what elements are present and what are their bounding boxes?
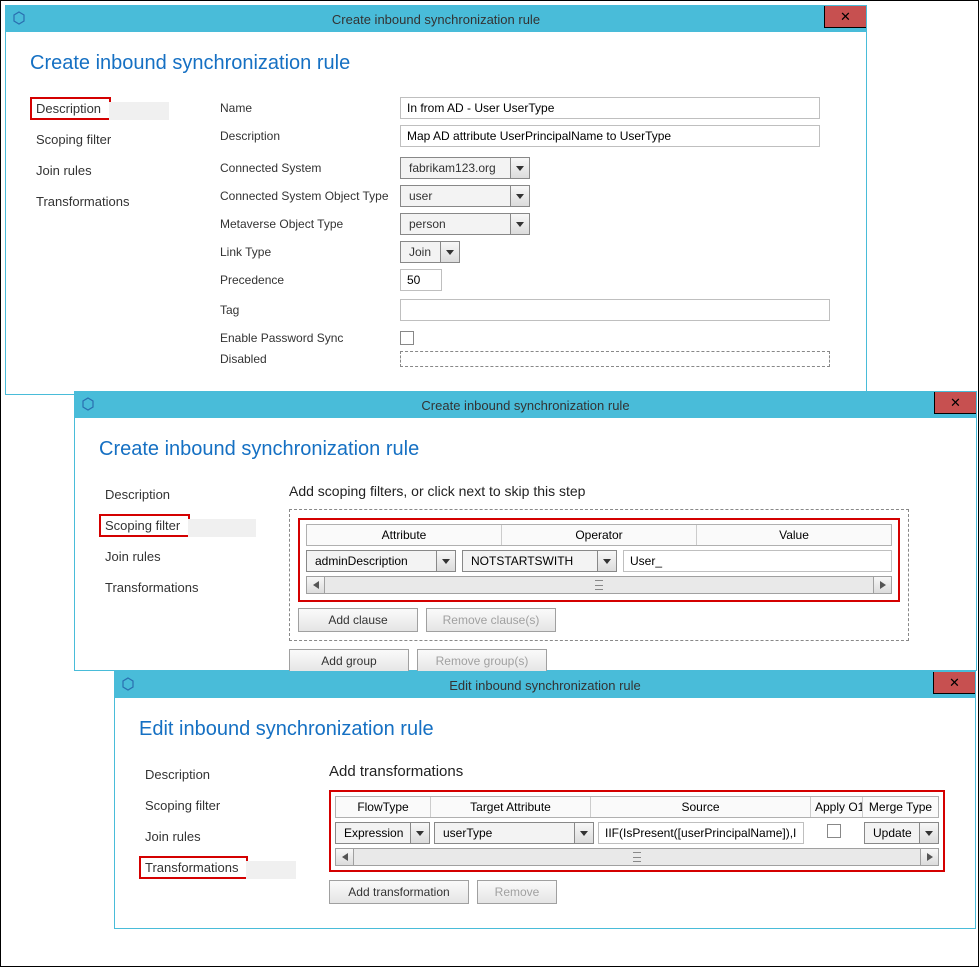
- chevron-down-icon: [437, 551, 455, 571]
- close-button[interactable]: ✕: [934, 392, 976, 414]
- window-title: Create inbound synchronization rule: [421, 398, 629, 413]
- target-attribute-select[interactable]: userType: [434, 822, 594, 844]
- sidebar-item-scoping[interactable]: Scoping filter: [139, 794, 226, 817]
- sidebar-item-transformations[interactable]: Transformations: [139, 856, 248, 879]
- chevron-down-icon: [511, 214, 529, 234]
- wizard-sidebar: Description Scoping filter Join rules Tr…: [139, 763, 329, 904]
- description-label: Description: [220, 129, 400, 143]
- mot-label: Metaverse Object Type: [220, 217, 400, 231]
- scope-header-row: Attribute Operator Value: [306, 524, 892, 546]
- connected-system-label: Connected System: [220, 161, 400, 175]
- csot-select[interactable]: user: [400, 185, 530, 207]
- header-target: Target Attribute: [431, 797, 591, 817]
- chevron-down-icon: [920, 823, 938, 843]
- header-source: Source: [591, 797, 811, 817]
- eps-label: Enable Password Sync: [220, 331, 400, 345]
- window-edit-rule-transformations: Edit inbound synchronization rule ✕ Edit…: [114, 671, 976, 929]
- header-operator: Operator: [502, 525, 697, 545]
- chevron-down-icon: [598, 551, 616, 571]
- header-applyonce: Apply O1: [811, 797, 863, 817]
- precedence-input[interactable]: [400, 269, 442, 291]
- page-heading: Create inbound synchronization rule: [99, 438, 946, 461]
- header-flowtype: FlowType: [336, 797, 431, 817]
- description-input[interactable]: [400, 125, 820, 147]
- page-heading: Edit inbound synchronization rule: [139, 718, 945, 741]
- value-input[interactable]: [623, 550, 892, 572]
- eps-checkbox[interactable]: [400, 331, 414, 345]
- flowtype-select[interactable]: Expression: [335, 822, 430, 844]
- scroll-left-icon[interactable]: [307, 577, 325, 593]
- chevron-down-icon: [411, 823, 429, 843]
- sidebar-item-scoping[interactable]: Scoping filter: [99, 514, 190, 537]
- name-input[interactable]: [400, 97, 820, 119]
- titlebar[interactable]: Edit inbound synchronization rule ✕: [115, 672, 975, 698]
- sidebar-item-join[interactable]: Join rules: [139, 825, 207, 848]
- window-title: Edit inbound synchronization rule: [449, 678, 641, 693]
- titlebar[interactable]: Create inbound synchronization rule ✕: [6, 6, 866, 32]
- add-transformation-button[interactable]: Add transformation: [329, 880, 469, 904]
- titlebar[interactable]: Create inbound synchronization rule ✕: [75, 392, 976, 418]
- section-heading: Add transformations: [329, 763, 945, 780]
- window-create-rule-scoping: Create inbound synchronization rule ✕ Cr…: [74, 391, 977, 671]
- header-attribute: Attribute: [307, 525, 502, 545]
- add-group-button[interactable]: Add group: [289, 649, 409, 673]
- window-create-rule-description: Create inbound synchronization rule ✕ Cr…: [5, 5, 867, 395]
- sidebar-item-scoping[interactable]: Scoping filter: [30, 128, 117, 151]
- wizard-sidebar: Description Scoping filter Join rules Tr…: [99, 483, 289, 673]
- scroll-right-icon[interactable]: [920, 849, 938, 865]
- instruction-text: Add scoping filters, or click next to sk…: [289, 483, 946, 499]
- header-value: Value: [697, 525, 891, 545]
- window-title: Create inbound synchronization rule: [332, 12, 540, 27]
- source-input[interactable]: [598, 822, 804, 844]
- disabled-label: Disabled: [220, 352, 400, 366]
- scroll-right-icon[interactable]: [873, 577, 891, 593]
- sidebar-item-description[interactable]: Description: [139, 763, 216, 786]
- applyonce-checkbox[interactable]: [827, 824, 841, 838]
- remove-transformation-button[interactable]: Remove: [477, 880, 557, 904]
- connected-system-select[interactable]: fabrikam123.org: [400, 157, 530, 179]
- add-clause-button[interactable]: Add clause: [298, 608, 418, 632]
- chevron-down-icon: [441, 242, 459, 262]
- remove-group-button[interactable]: Remove group(s): [417, 649, 547, 673]
- chevron-down-icon: [511, 186, 529, 206]
- sidebar-item-description[interactable]: Description: [99, 483, 176, 506]
- horizontal-scrollbar[interactable]: [306, 576, 892, 594]
- remove-clause-button[interactable]: Remove clause(s): [426, 608, 556, 632]
- precedence-label: Precedence: [220, 273, 400, 287]
- operator-select[interactable]: NOTSTARTSWITH: [462, 550, 617, 572]
- horizontal-scrollbar[interactable]: [335, 848, 939, 866]
- chevron-down-icon: [575, 823, 593, 843]
- sidebar-item-transformations[interactable]: Transformations: [99, 576, 204, 599]
- chevron-down-icon: [511, 158, 529, 178]
- wizard-sidebar: Description Scoping filter Join rules Tr…: [30, 97, 220, 373]
- scoping-clause-group: Attribute Operator Value adminDescriptio…: [298, 518, 900, 602]
- sidebar-item-transformations[interactable]: Transformations: [30, 190, 135, 213]
- attribute-select[interactable]: adminDescription: [306, 550, 456, 572]
- link-type-select[interactable]: Join: [400, 241, 460, 263]
- tag-input[interactable]: [400, 299, 830, 321]
- close-button[interactable]: ✕: [824, 6, 866, 28]
- transformations-table: FlowType Target Attribute Source Apply O…: [329, 790, 945, 872]
- sidebar-item-join[interactable]: Join rules: [30, 159, 98, 182]
- app-icon: [121, 677, 135, 691]
- mot-select[interactable]: person: [400, 213, 530, 235]
- sidebar-item-join[interactable]: Join rules: [99, 545, 167, 568]
- link-type-label: Link Type: [220, 245, 400, 259]
- scroll-left-icon[interactable]: [336, 849, 354, 865]
- tag-label: Tag: [220, 303, 400, 317]
- sidebar-item-description[interactable]: Description: [30, 97, 111, 120]
- mergetype-select[interactable]: Update: [864, 822, 939, 844]
- app-icon: [81, 397, 95, 411]
- trans-header-row: FlowType Target Attribute Source Apply O…: [335, 796, 939, 818]
- app-icon: [12, 11, 26, 25]
- disabled-checkbox[interactable]: [400, 351, 830, 367]
- name-label: Name: [220, 101, 400, 115]
- header-mergetype: Merge Type: [863, 797, 938, 817]
- close-button[interactable]: ✕: [933, 672, 975, 694]
- csot-label: Connected System Object Type: [220, 189, 400, 203]
- page-heading: Create inbound synchronization rule: [30, 52, 836, 75]
